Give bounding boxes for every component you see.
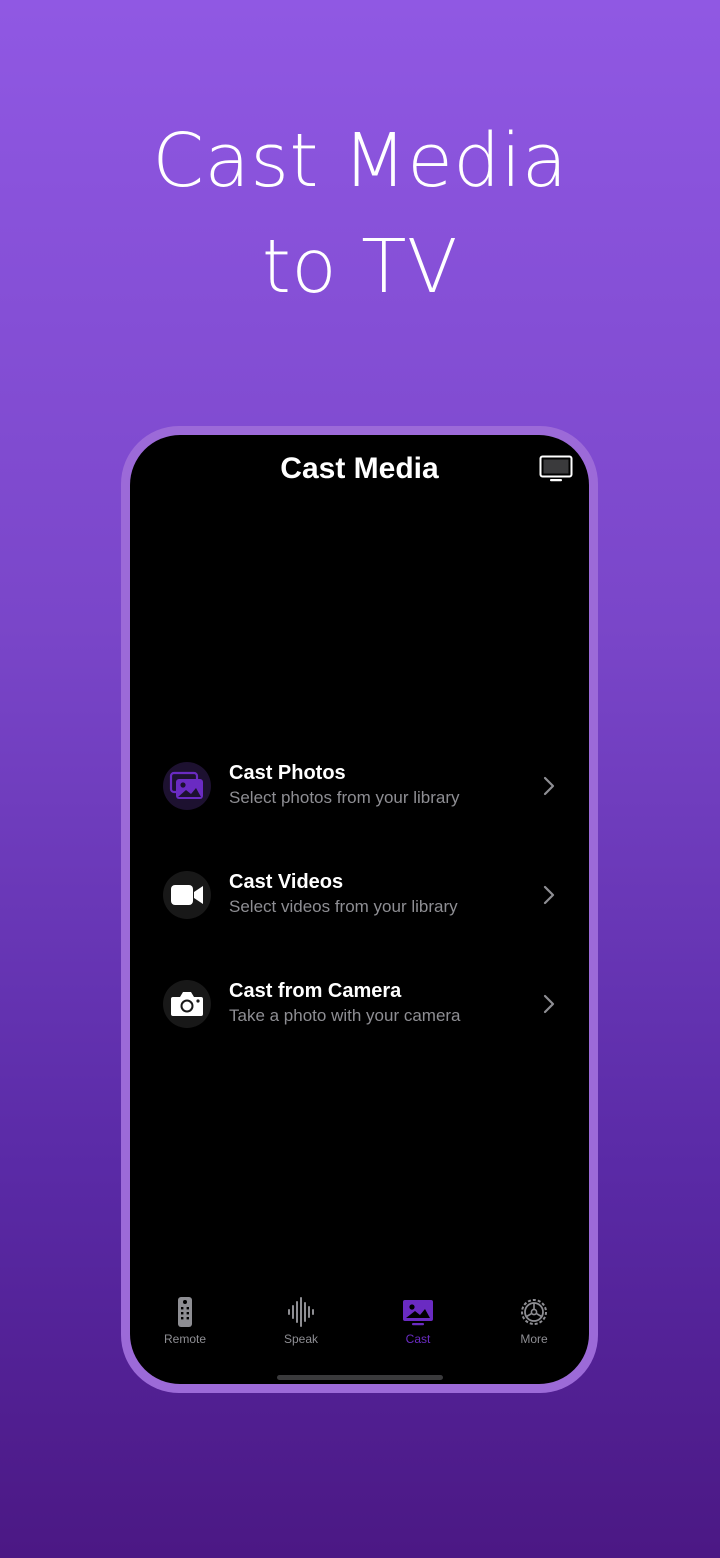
screen-title: Cast Media [280,452,439,485]
video-camera-icon-wrap [163,871,211,919]
camera-icon-wrap [163,980,211,1028]
cast-from-camera-subtitle: Take a photo with your camera [229,1006,461,1025]
cast-photos-subtitle: Select photos from your library [229,788,460,807]
tab-remote-label: Remote [163,1332,207,1346]
tv-icon [539,455,573,482]
tv-connect-button[interactable] [539,455,573,483]
tab-cast[interactable]: Cast [373,1297,463,1355]
chevron-right-icon [543,994,555,1014]
cast-videos-item[interactable]: Cast Videos Select videos from your libr… [130,859,589,935]
cast-videos-title: Cast Videos [229,871,344,893]
tab-remote[interactable]: Remote [140,1297,230,1355]
cast-photos-title: Cast Photos [229,762,346,784]
headline: Cast Media to TV [0,108,720,320]
tab-bar: Remote Speak Cast More [130,1297,589,1357]
photo-library-icon [169,771,203,799]
photo-library-icon-wrap [163,762,211,810]
phone-screen: Cast Media Cast Photos Select photos fro… [130,435,589,1384]
remote-icon [178,1297,192,1327]
gear-icon [521,1299,547,1325]
tab-speak[interactable]: Speak [256,1297,346,1355]
cast-photos-item[interactable]: Cast Photos Select photos from your libr… [130,750,589,826]
waveform-icon [288,1297,314,1327]
camera-icon [171,992,203,1016]
cast-photo-icon [403,1300,433,1326]
tab-more[interactable]: More [489,1297,579,1355]
headline-line-1: Cast Media [152,118,568,204]
cast-videos-subtitle: Select videos from your library [229,897,458,916]
tab-more-label: More [520,1332,548,1346]
chevron-right-icon [543,885,555,905]
home-indicator[interactable] [277,1375,443,1380]
chevron-right-icon [543,776,555,796]
tab-cast-label: Cast [405,1332,431,1346]
tab-speak-label: Speak [283,1332,319,1346]
phone-frame: Cast Media Cast Photos Select photos fro… [121,426,598,1393]
cast-from-camera-title: Cast from Camera [229,980,402,1002]
cast-from-camera-item[interactable]: Cast from Camera Take a photo with your … [130,968,589,1044]
video-camera-icon [171,885,203,905]
headline-line-2: to TV [261,224,459,310]
